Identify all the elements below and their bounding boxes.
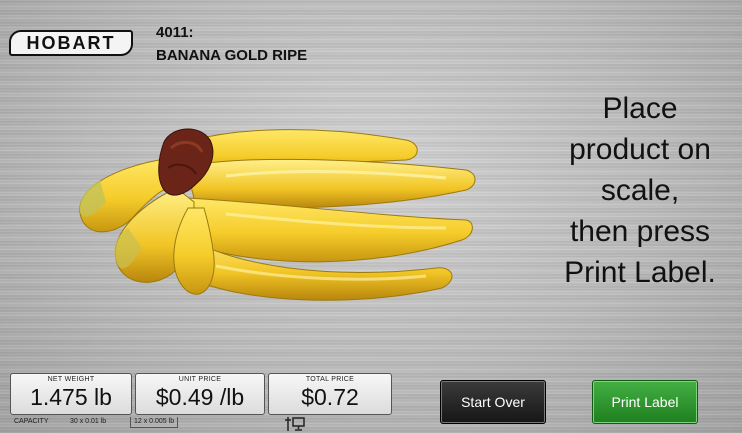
banana-product-image	[79, 128, 476, 301]
start-over-button[interactable]: Start Over	[440, 380, 546, 424]
instruction-line: then press	[569, 215, 711, 248]
instruction-line: scale,	[600, 174, 680, 207]
start-over-label: Start Over	[461, 394, 525, 410]
print-label-label: Print Label	[611, 394, 679, 410]
instruction-text: Place product on scale, then press Print…	[540, 88, 740, 293]
instruction-line: Place	[602, 92, 678, 125]
total-price-value: $0.72	[301, 384, 359, 410]
net-weight-value: 1.475 lb	[30, 384, 112, 410]
unit-price-value: $0.49 /lb	[155, 384, 245, 410]
capacity-range-2: 12 x 0.005 lb	[130, 417, 179, 428]
net-weight-label: NET WEIGHT	[47, 376, 95, 383]
net-weight-readout: NET WEIGHT 1.475 lb	[10, 373, 132, 415]
unit-price-readout: UNIT PRICE $0.49 /lb	[135, 373, 265, 415]
product-name: BANANA GOLD RIPE	[156, 47, 308, 64]
hobart-logo: HOBART	[9, 30, 133, 56]
instruction-line: product on	[569, 133, 711, 166]
instruction-line: Print Label.	[564, 256, 716, 289]
capacity-range-1: 30 x 0.01 lb	[70, 418, 107, 425]
scale-screen: HOBART 4011: BANANA GOLD RIPE Place prod…	[0, 0, 742, 433]
product-code: 4011:	[156, 24, 194, 41]
logo-text: HOBART	[26, 32, 116, 53]
total-price-label: TOTAL PRICE	[305, 376, 355, 383]
total-price-readout: TOTAL PRICE $0.72	[268, 373, 392, 415]
network-connection-icon	[285, 417, 305, 431]
capacity-label: CAPACITY	[14, 418, 49, 425]
unit-price-label: UNIT PRICE	[178, 376, 222, 383]
print-label-button[interactable]: Print Label	[592, 380, 698, 424]
